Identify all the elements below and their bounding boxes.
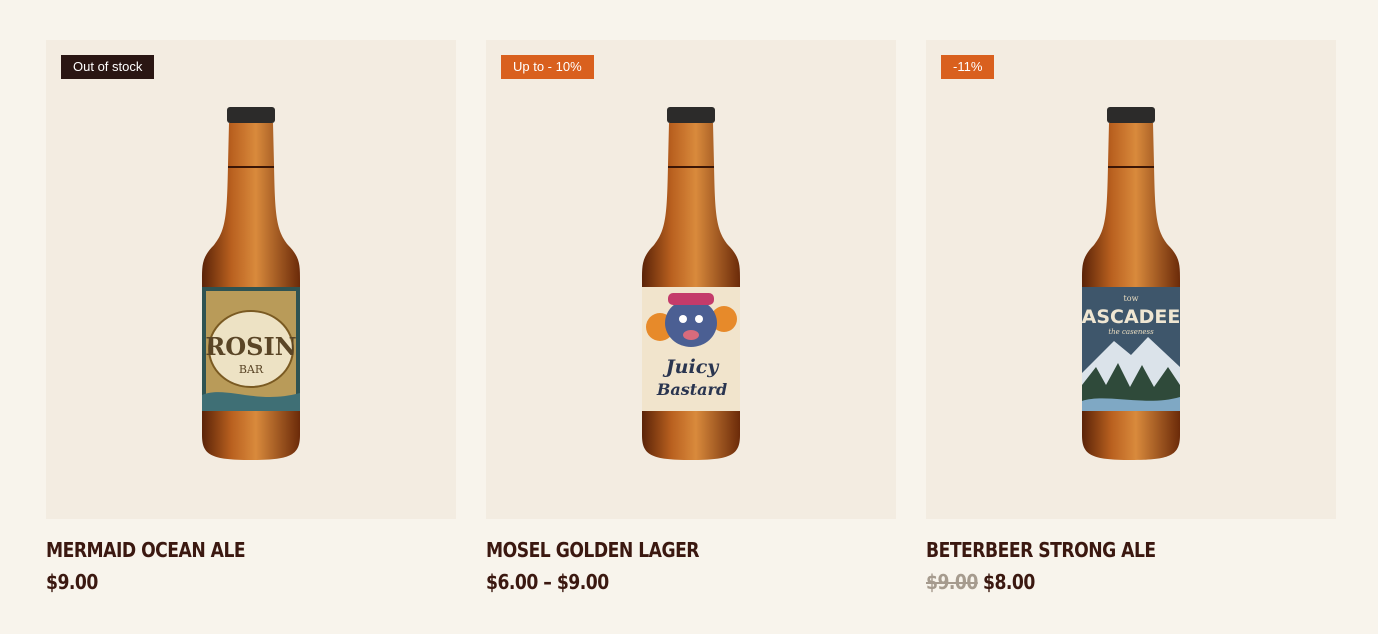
product-title[interactable]: MOSEL GOLDEN LAGER — [486, 539, 839, 561]
product-card: -11% tow ASCADEE the caseness BETERBEER … — [926, 40, 1336, 593]
svg-text:ASCADEE: ASCADEE — [1082, 306, 1181, 328]
juicy-bastard-label-art: Juicy Bastard — [642, 286, 740, 411]
product-image-link[interactable]: -11% tow ASCADEE the caseness — [926, 40, 1336, 519]
original-price: $9.00 — [926, 570, 978, 594]
svg-text:ROSIN: ROSIN — [205, 332, 296, 361]
svg-text:Juicy: Juicy — [663, 356, 721, 378]
product-title[interactable]: MERMAID OCEAN ALE — [46, 539, 399, 561]
product-price: $6.00 – $9.00 — [486, 570, 609, 594]
svg-text:the caseness: the caseness — [1108, 328, 1154, 336]
rosin-label-art: ROSIN BAR — [202, 286, 300, 411]
product-grid: Out of stock ROSIN BAR MERMAID OCEAN ALE… — [46, 40, 1336, 593]
beer-bottle-image: ROSIN BAR — [202, 106, 300, 460]
product-title[interactable]: BETERBEER STRONG ALE — [926, 539, 1279, 561]
beer-bottle-image: Juicy Bastard — [642, 106, 740, 460]
sale-price: $8.00 — [982, 570, 1035, 594]
beer-bottle-image: tow ASCADEE the caseness — [1082, 106, 1181, 460]
product-card: Up to - 10% Juicy Bastard MOSEL GOLDEN L… — [486, 40, 896, 593]
product-image-link[interactable]: Out of stock ROSIN BAR — [46, 40, 456, 519]
svg-text:Bastard: Bastard — [656, 380, 727, 399]
product-card: Out of stock ROSIN BAR MERMAID OCEAN ALE… — [46, 40, 456, 593]
discount-badge: Up to - 10% — [501, 55, 594, 79]
discount-badge: -11% — [941, 55, 995, 79]
out-of-stock-badge: Out of stock — [61, 55, 155, 79]
svg-text:BAR: BAR — [239, 363, 264, 376]
product-image-link[interactable]: Up to - 10% Juicy Bastard — [486, 40, 896, 519]
product-price: $9.00 $8.00 — [926, 571, 1279, 593]
cascadeed-label-art: tow ASCADEE the caseness — [1082, 286, 1181, 411]
product-price: $9.00 — [46, 570, 98, 594]
svg-text:tow: tow — [1124, 294, 1139, 303]
